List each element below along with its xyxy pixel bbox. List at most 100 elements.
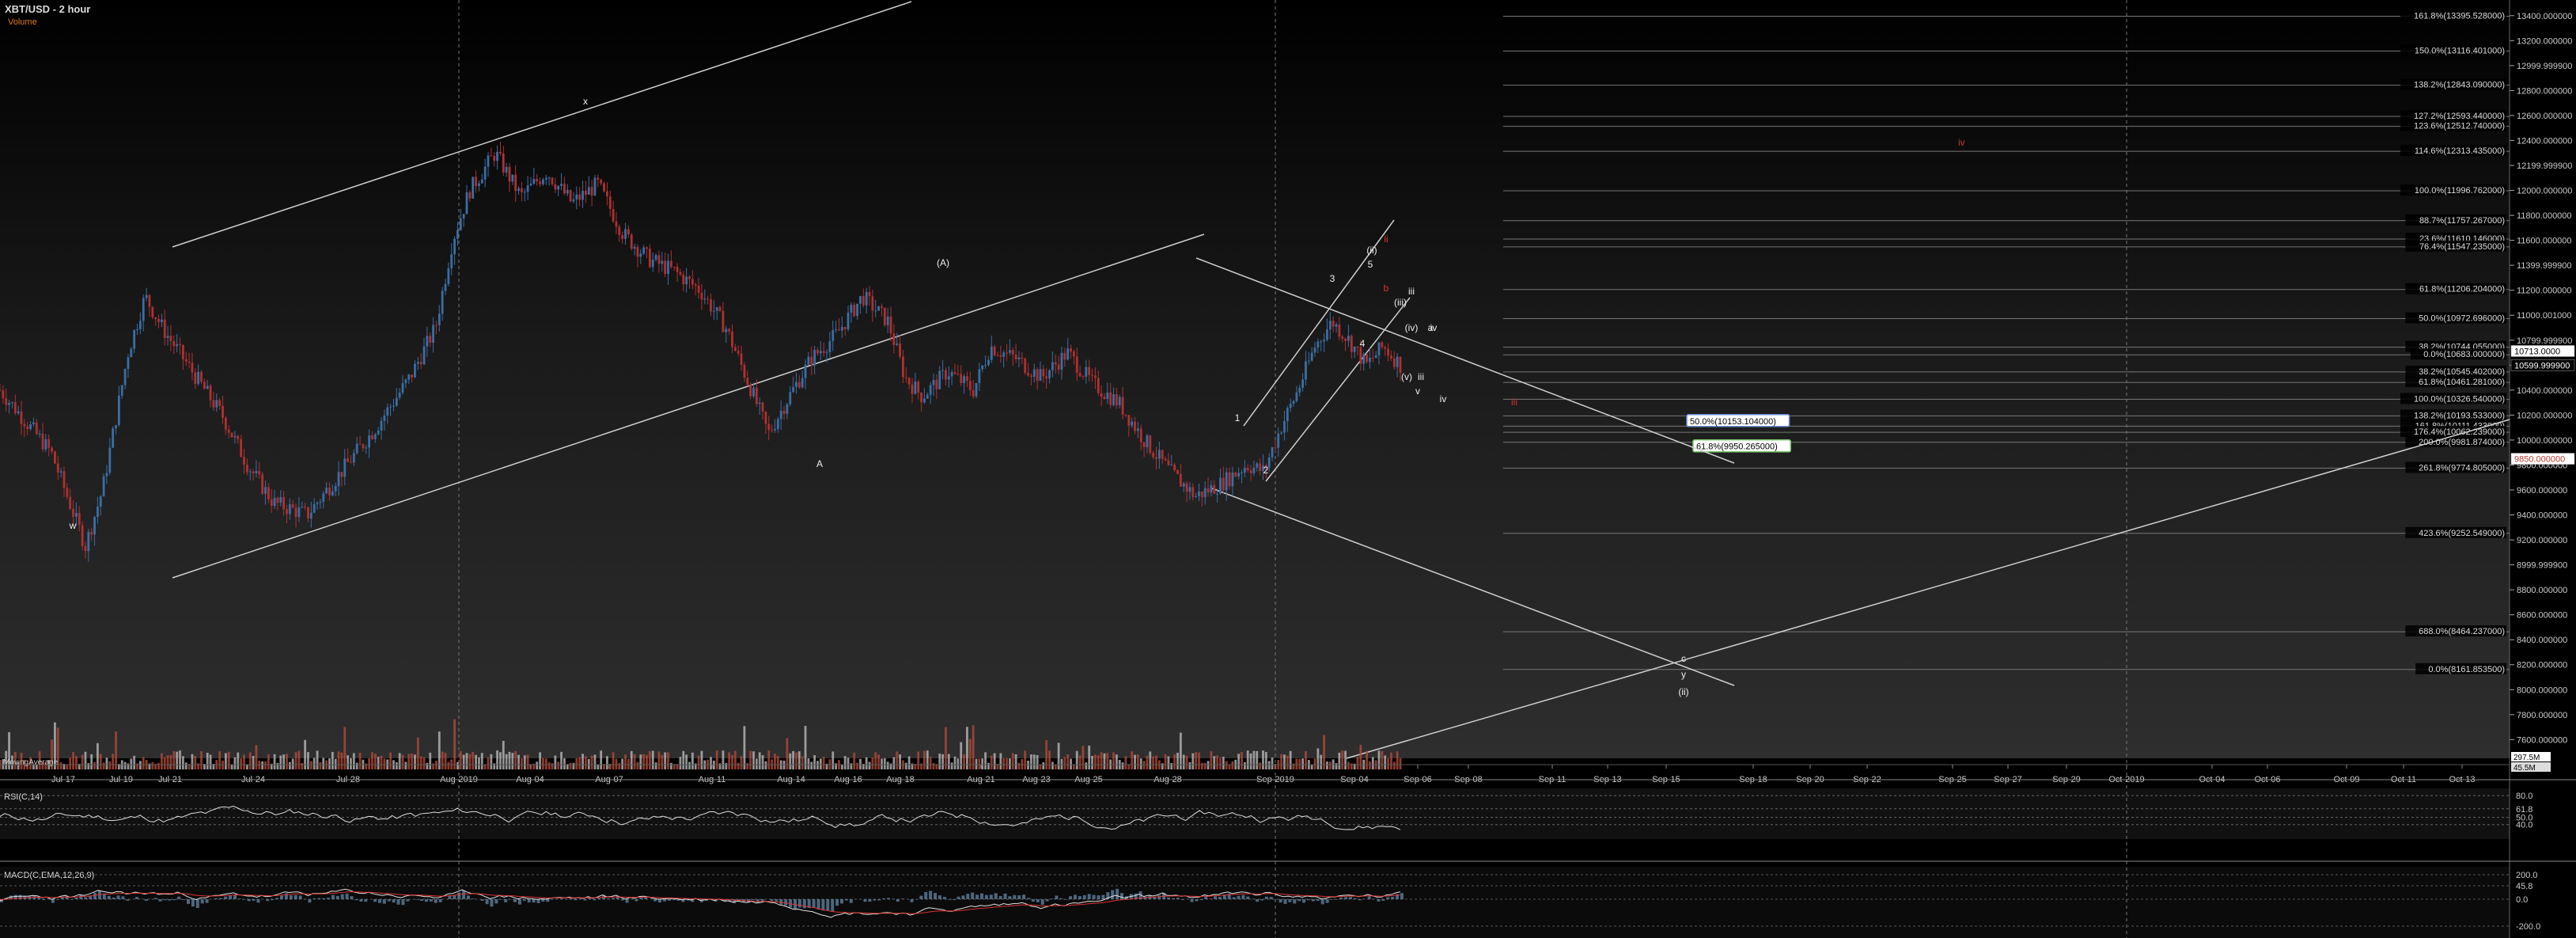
volume-bar [1103,753,1106,769]
volume-bar [639,754,642,769]
volume-bar [1106,753,1109,769]
volume-bar [1241,751,1243,769]
volume-bar [1256,750,1259,769]
macd-histogram-bar [191,899,195,907]
y-tick-label: 13200.000000 [2517,36,2572,46]
candle-body [416,362,419,364]
fib-level-label: 176.4%(10062.239000) [2414,427,2505,437]
candle-body [578,194,581,200]
macd-histogram-bar [797,899,801,908]
macd-histogram-bar [233,894,237,899]
candle-body [1118,397,1121,406]
candle-body [1387,348,1389,356]
wave-label: (iv) [1405,322,1419,333]
y-tick-label: 12999.999900 [2517,62,2572,71]
volume-bar [966,727,968,769]
candle-body [459,218,462,230]
volume-bar [209,754,212,769]
volume-bar [264,761,267,769]
macd-histogram-bar [237,898,241,899]
candle-body [288,504,291,515]
macd-histogram-bar [373,899,377,902]
y-tick-label: 9200.000000 [2517,536,2567,545]
volume-bar [429,752,432,769]
candle-body [1323,340,1325,342]
candle-body [654,255,657,260]
macd-histogram-bar [1354,898,1357,899]
volume-bar [160,753,163,769]
candle-body [11,402,13,404]
fib-level-label: 0.0%(8161.853500) [2428,665,2505,674]
candle-body [672,267,676,268]
volume-bar [856,762,858,769]
candle-body [1222,477,1225,491]
macd-histogram-bar [1339,897,1343,899]
candle-body [758,402,761,404]
candle-body [188,361,191,363]
volume-bar [881,758,883,769]
macd-histogram-bar [934,893,937,899]
candle-body [865,291,868,306]
volume-bar [1341,750,1344,769]
volume-bar [157,762,160,769]
candle-body [764,412,767,424]
volume-bar [929,756,932,769]
fib-level-label: 127.2%(12593.440000) [2414,112,2505,121]
volume-bar [331,751,334,769]
candle-body [657,255,661,264]
macd-histogram-bar [784,899,788,906]
candle-body [331,491,334,496]
candle-body [779,410,782,420]
volume-bar [261,761,264,769]
macd-histogram-bar [980,893,983,899]
volume-bar [835,763,838,769]
volume-bar [1237,754,1241,769]
candle-body [1399,356,1402,373]
macd-histogram-bar [910,899,914,902]
y-tick-label: 11200.000000 [2517,287,2572,296]
volume-bar [69,758,72,769]
volume-bar [377,757,380,769]
candle-body [945,370,947,380]
y-tick-label: 7800.000000 [2517,711,2567,720]
y-tick-label: 11000.001000 [2517,311,2572,321]
volume-bar [1359,744,1362,769]
macd-histogram-bar [429,899,433,902]
macd-histogram-bar [153,898,157,899]
volume-bar [523,755,526,769]
macd-histogram-bar [377,899,381,903]
candle-body [612,208,615,222]
candle-body [386,407,389,416]
candle-body [1225,472,1228,491]
volume-bar [749,750,752,769]
candle-body [526,185,529,192]
candle-body [667,260,669,275]
candle-body [96,507,99,518]
candle-body [432,325,434,344]
candle-body [587,187,590,195]
macd-histogram-bar [653,899,657,902]
candle-body [69,496,72,510]
candle-body [648,249,651,268]
candle-body [688,276,691,279]
candle-body [886,316,889,325]
volume-bar [597,764,600,769]
candle-body [1029,375,1032,377]
candle-body [1188,487,1191,492]
volume-bar [743,726,746,769]
volume-bar [142,757,145,769]
candle-body [1326,329,1328,340]
volume-bar [752,751,755,769]
volume-bar [373,754,377,769]
candle-body [499,151,502,154]
wave-label: (v) [1401,371,1412,382]
macd-panel-bg [0,867,2510,938]
candle-body [438,313,441,325]
volume-bar [1060,758,1063,769]
volume-bar [1225,761,1228,769]
macd-histogram-bar [1167,898,1170,899]
volume-bar [514,750,517,769]
macd-histogram-bar [1087,894,1091,899]
candle-body [807,356,810,365]
macd-histogram-bar [1377,899,1381,902]
